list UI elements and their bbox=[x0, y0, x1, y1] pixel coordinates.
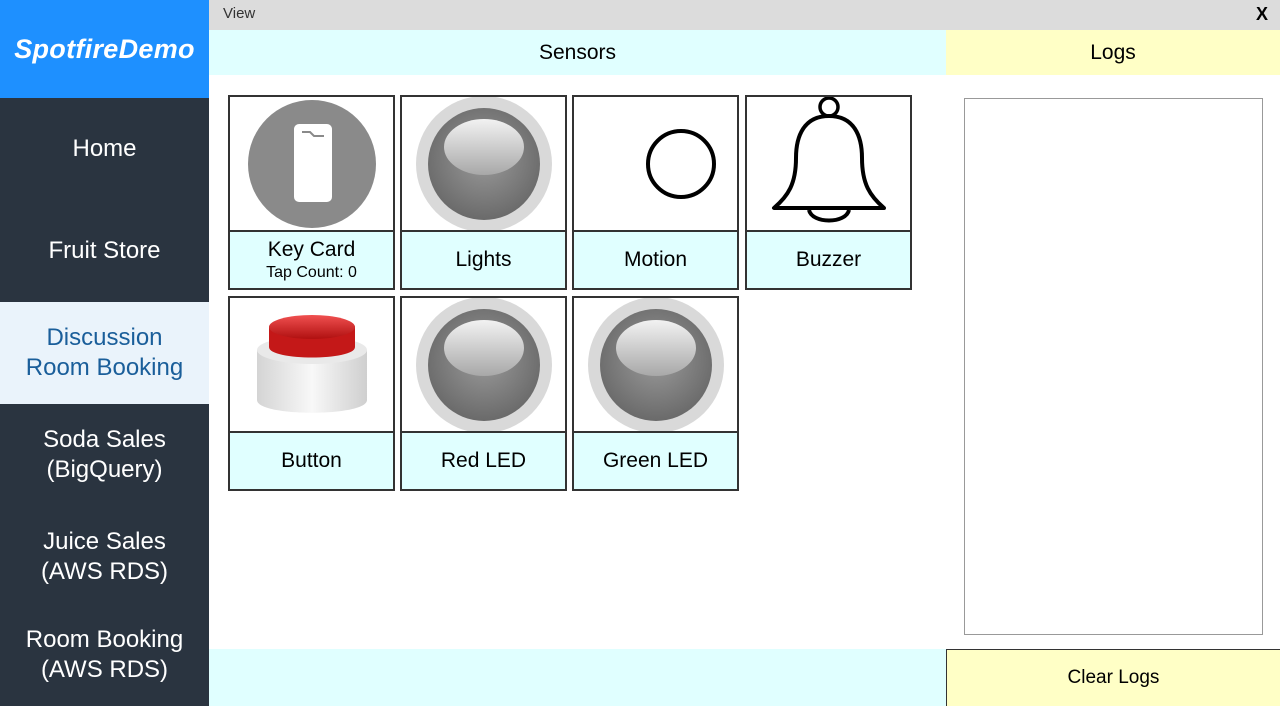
tile-label: Button bbox=[281, 449, 342, 472]
motion-circle-icon bbox=[574, 97, 737, 232]
sidebar-item-label: Soda Sales (BigQuery) bbox=[43, 426, 166, 483]
sensors-footer bbox=[209, 649, 946, 706]
sensors-header: Sensors bbox=[209, 30, 946, 75]
sidebar-item-label: Juice Sales (AWS RDS) bbox=[40, 528, 169, 585]
tap-count: Tap Count: 0 bbox=[266, 264, 357, 281]
close-button[interactable]: X bbox=[1256, 4, 1268, 25]
tile-label: Red LED bbox=[440, 449, 527, 472]
sidebar-item-label: Room Booking (AWS RDS) bbox=[25, 626, 184, 683]
sidebar-item-fruit-store[interactable]: Fruit Store bbox=[0, 200, 209, 302]
sidebar-item-label: Fruit Store bbox=[48, 237, 161, 264]
sidebar-item-home[interactable]: Home bbox=[0, 98, 209, 200]
clear-logs-button[interactable]: Clear Logs bbox=[946, 649, 1280, 706]
sensor-tile-red-led[interactable]: Red LED bbox=[400, 296, 567, 491]
key-card-icon bbox=[230, 97, 393, 232]
top-bar: View X bbox=[209, 0, 1280, 30]
tile-label: Lights bbox=[455, 248, 512, 271]
led-icon bbox=[574, 298, 737, 433]
tile-label: Key Card bbox=[267, 238, 356, 261]
view-menu[interactable]: View bbox=[223, 5, 255, 22]
sensor-tile-motion[interactable]: Motion bbox=[572, 95, 739, 290]
sidebar-item-soda-sales[interactable]: Soda Sales (BigQuery) bbox=[0, 404, 209, 506]
led-icon bbox=[402, 298, 565, 433]
logs-panel[interactable] bbox=[964, 98, 1263, 635]
sidebar-item-label: Discussion Room Booking bbox=[25, 324, 184, 381]
sensor-tile-key-card[interactable]: Key Card Tap Count: 0 bbox=[228, 95, 395, 290]
sidebar: SpotfireDemo Home Fruit Store Discussion… bbox=[0, 0, 209, 706]
sidebar-item-label: Home bbox=[72, 135, 137, 162]
red-push-button-icon bbox=[230, 298, 393, 433]
tile-label: Buzzer bbox=[795, 248, 862, 271]
brand-logo: SpotfireDemo bbox=[0, 0, 209, 98]
tile-label: Motion bbox=[623, 248, 688, 271]
sidebar-item-room-booking[interactable]: Room Booking (AWS RDS) bbox=[0, 604, 209, 706]
clear-logs-label: Clear Logs bbox=[1067, 667, 1160, 688]
tile-label: Green LED bbox=[602, 449, 709, 472]
sensor-tile-lights[interactable]: Lights bbox=[400, 95, 567, 290]
logs-header: Logs bbox=[946, 30, 1280, 75]
sidebar-item-juice-sales[interactable]: Juice Sales (AWS RDS) bbox=[0, 506, 209, 608]
sidebar-item-discussion-room-booking[interactable]: Discussion Room Booking bbox=[0, 302, 209, 404]
sensor-tile-green-led[interactable]: Green LED bbox=[572, 296, 739, 491]
sensors-title: Sensors bbox=[538, 40, 617, 64]
bell-icon bbox=[747, 97, 910, 232]
logs-title: Logs bbox=[1090, 40, 1136, 64]
sensor-tile-buzzer[interactable]: Buzzer bbox=[745, 95, 912, 290]
brand-title: SpotfireDemo bbox=[14, 33, 195, 64]
sensor-tile-button[interactable]: Button bbox=[228, 296, 395, 491]
light-bulb-icon bbox=[402, 97, 565, 232]
